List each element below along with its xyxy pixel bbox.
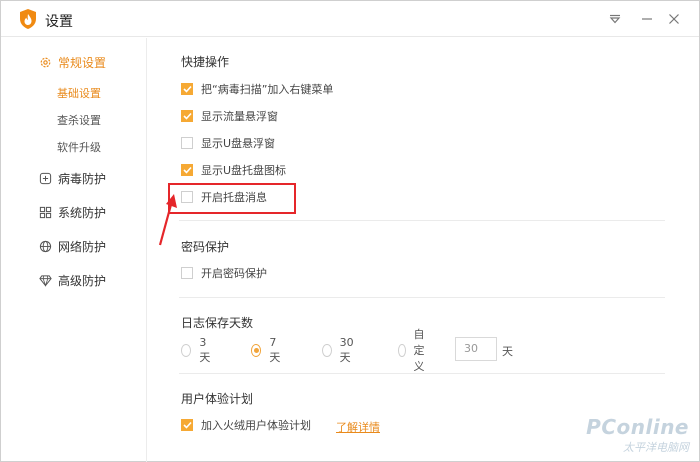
option-label: 显示U盘托盘图标 bbox=[201, 164, 287, 177]
days-unit: 天 bbox=[502, 345, 513, 358]
radio-30-days[interactable]: 30天 bbox=[322, 336, 357, 365]
watermark: PConline 太平洋电脑网 bbox=[586, 415, 689, 455]
sidebar-item-virus[interactable]: 病毒防护 bbox=[39, 169, 106, 187]
grid-icon bbox=[39, 206, 52, 218]
sidebar-item-label: 系统防护 bbox=[58, 205, 107, 220]
radio-button-selected[interactable] bbox=[251, 343, 262, 357]
minimize-icon bbox=[642, 18, 652, 20]
sidebar-item-advanced[interactable]: 高级防护 bbox=[39, 271, 106, 289]
checkmark-icon bbox=[182, 85, 192, 93]
radio-label: 7天 bbox=[269, 335, 281, 364]
option-usb-window[interactable]: 显示U盘悬浮窗 bbox=[181, 135, 275, 151]
sidebar-item-system[interactable]: 系统防护 bbox=[39, 203, 106, 221]
gear-icon bbox=[40, 57, 51, 67]
diamond-icon bbox=[39, 274, 52, 287]
section-title-experience: 用户体验计划 bbox=[181, 392, 254, 406]
annotation-arrow-icon bbox=[158, 194, 177, 246]
divider bbox=[179, 297, 665, 298]
option-label: 显示流量悬浮窗 bbox=[201, 110, 278, 123]
sidebar-item-label: 常规设置 bbox=[58, 55, 107, 70]
globe-icon bbox=[39, 240, 52, 252]
divider bbox=[179, 220, 665, 221]
option-password-protect[interactable]: 开启密码保护 bbox=[181, 265, 267, 281]
dropdown-menu-icon bbox=[609, 14, 621, 24]
close-button[interactable] bbox=[664, 9, 684, 29]
sidebar-item-label: 网络防护 bbox=[58, 239, 107, 254]
checkmark-icon bbox=[182, 112, 192, 120]
option-label: 把“病毒扫描”加入右键菜单 bbox=[201, 83, 334, 96]
highlight-box bbox=[168, 183, 296, 214]
checkbox-checked[interactable] bbox=[181, 164, 193, 176]
sidebar-item-label: 高级防护 bbox=[58, 273, 107, 288]
sidebar-item-label: 病毒防护 bbox=[58, 171, 107, 186]
checkbox-checked[interactable] bbox=[181, 83, 193, 95]
plus-square-icon bbox=[39, 172, 52, 184]
option-label: 开启密码保护 bbox=[201, 267, 267, 280]
sidebar-item-general[interactable]: 常规设置 bbox=[39, 53, 106, 71]
sidebar: 常规设置 基础设置 查杀设置 软件升级 病毒防护 系统防护 网络防护 高级防护 bbox=[1, 38, 147, 462]
sidebar-subitem-basic[interactable]: 基础设置 bbox=[57, 85, 101, 101]
minimize-button[interactable] bbox=[637, 9, 657, 29]
window-title: 设置 bbox=[45, 14, 73, 30]
radio-3-days[interactable]: 3天 bbox=[181, 336, 213, 365]
menu-dropdown-button[interactable] bbox=[605, 9, 625, 29]
section-title-shortcut: 快捷操作 bbox=[181, 55, 230, 69]
radio-button[interactable] bbox=[398, 343, 406, 357]
sidebar-subitem-upgrade[interactable]: 软件升级 bbox=[57, 139, 101, 155]
option-traffic-window[interactable]: 显示流量悬浮窗 bbox=[181, 108, 278, 124]
option-label: 显示U盘悬浮窗 bbox=[201, 137, 276, 150]
section-title-log: 日志保存天数 bbox=[181, 316, 254, 330]
settings-window: 设置 常规设置 基础设置 查杀设置 软件升级 病毒防护 系统防护 网络防护 高级… bbox=[0, 0, 700, 462]
option-context-menu[interactable]: 把“病毒扫描”加入右键菜单 bbox=[181, 81, 333, 97]
checkbox-unchecked[interactable] bbox=[181, 267, 193, 279]
checkmark-icon bbox=[182, 166, 192, 174]
radio-custom[interactable]: 自定义 bbox=[398, 326, 430, 374]
divider bbox=[179, 373, 665, 374]
option-join-experience[interactable]: 加入火绒用户体验计划 bbox=[181, 417, 311, 433]
checkbox-unchecked[interactable] bbox=[181, 137, 193, 149]
sidebar-subitem-scan[interactable]: 查杀设置 bbox=[57, 112, 101, 128]
title-bar: 设置 bbox=[1, 1, 699, 37]
sidebar-item-network[interactable]: 网络防护 bbox=[39, 237, 106, 255]
radio-label: 30天 bbox=[339, 335, 354, 364]
watermark-logo: PConline bbox=[586, 415, 689, 439]
option-label: 加入火绒用户体验计划 bbox=[201, 419, 311, 432]
radio-7-days[interactable]: 7天 bbox=[251, 336, 283, 365]
checkbox-checked[interactable] bbox=[181, 419, 193, 431]
checkbox-checked[interactable] bbox=[181, 110, 193, 122]
section-title-password: 密码保护 bbox=[181, 240, 230, 254]
custom-days-input[interactable]: 30 bbox=[455, 337, 497, 361]
shield-flame-icon bbox=[20, 9, 36, 29]
option-usb-tray-icon[interactable]: 显示U盘托盘图标 bbox=[181, 162, 286, 178]
radio-button[interactable] bbox=[322, 343, 332, 357]
radio-label: 自定义 bbox=[413, 328, 425, 373]
radio-label: 3天 bbox=[199, 335, 211, 364]
close-icon bbox=[669, 14, 679, 24]
learn-more-link[interactable]: 了解详情 bbox=[336, 419, 380, 435]
radio-button[interactable] bbox=[181, 343, 192, 357]
checkmark-icon bbox=[182, 421, 192, 429]
watermark-subtitle: 太平洋电脑网 bbox=[623, 441, 689, 454]
